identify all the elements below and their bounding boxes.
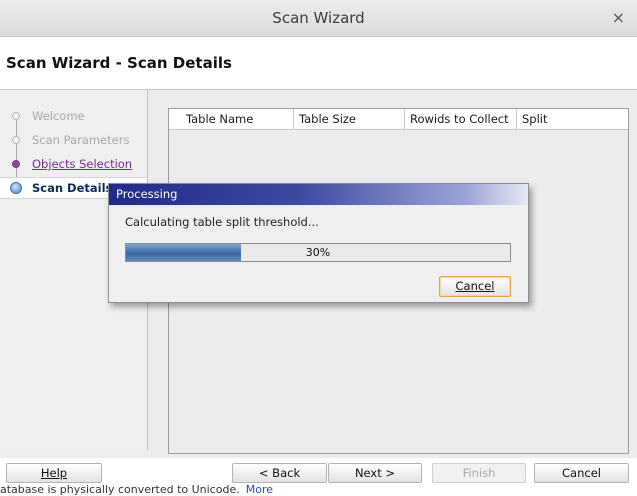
step-scan-parameters: Scan Parameters [0, 130, 147, 150]
page-title: Scan Wizard - Scan Details [6, 54, 232, 72]
step-welcome: Welcome [0, 106, 147, 126]
window-title: Scan Wizard [272, 9, 365, 27]
progress-label: 30% [305, 246, 331, 259]
dialog-cancel-label: Cancel [455, 279, 495, 293]
wizard-header: Scan Wizard - Scan Details [0, 37, 637, 90]
processing-dialog: Processing Calculating table split thres… [108, 183, 529, 303]
step-marker-icon [12, 112, 20, 120]
dialog-message: Calculating table split threshold... [125, 215, 319, 229]
steps-connector-line [16, 116, 17, 186]
column-header-table-name[interactable]: Table Name [181, 109, 294, 129]
column-header-rowids[interactable]: Rowids to Collect [405, 109, 517, 129]
step-objects-selection[interactable]: Objects Selection [0, 154, 147, 174]
column-header-split[interactable]: Split [517, 109, 628, 129]
progress-bar: 30% [125, 243, 511, 262]
step-label: Scan Details [32, 181, 113, 195]
step-label: Welcome [32, 109, 85, 123]
step-marker-icon [12, 160, 20, 168]
step-label[interactable]: Objects Selection [32, 157, 132, 171]
cancel-button[interactable]: Cancel [534, 463, 629, 483]
table-header: Table Name Table Size Rowids to Collect … [169, 109, 628, 130]
step-current-icon [10, 182, 22, 194]
help-button[interactable]: Help [6, 463, 102, 483]
back-button[interactable]: < Back [232, 463, 327, 483]
close-icon[interactable]: × [612, 8, 625, 27]
window-titlebar: Scan Wizard × [0, 0, 637, 37]
dialog-titlebar: Processing [109, 184, 528, 205]
finish-button[interactable]: Finish [432, 463, 526, 483]
next-button[interactable]: Next > [328, 463, 422, 483]
help-button-label: Help [40, 466, 68, 480]
column-header-table-size[interactable]: Table Size [294, 109, 405, 129]
dialog-title: Processing [116, 187, 178, 201]
dialog-cancel-button[interactable]: Cancel [439, 276, 511, 297]
step-label: Scan Parameters [32, 133, 130, 147]
step-marker-icon [12, 136, 20, 144]
